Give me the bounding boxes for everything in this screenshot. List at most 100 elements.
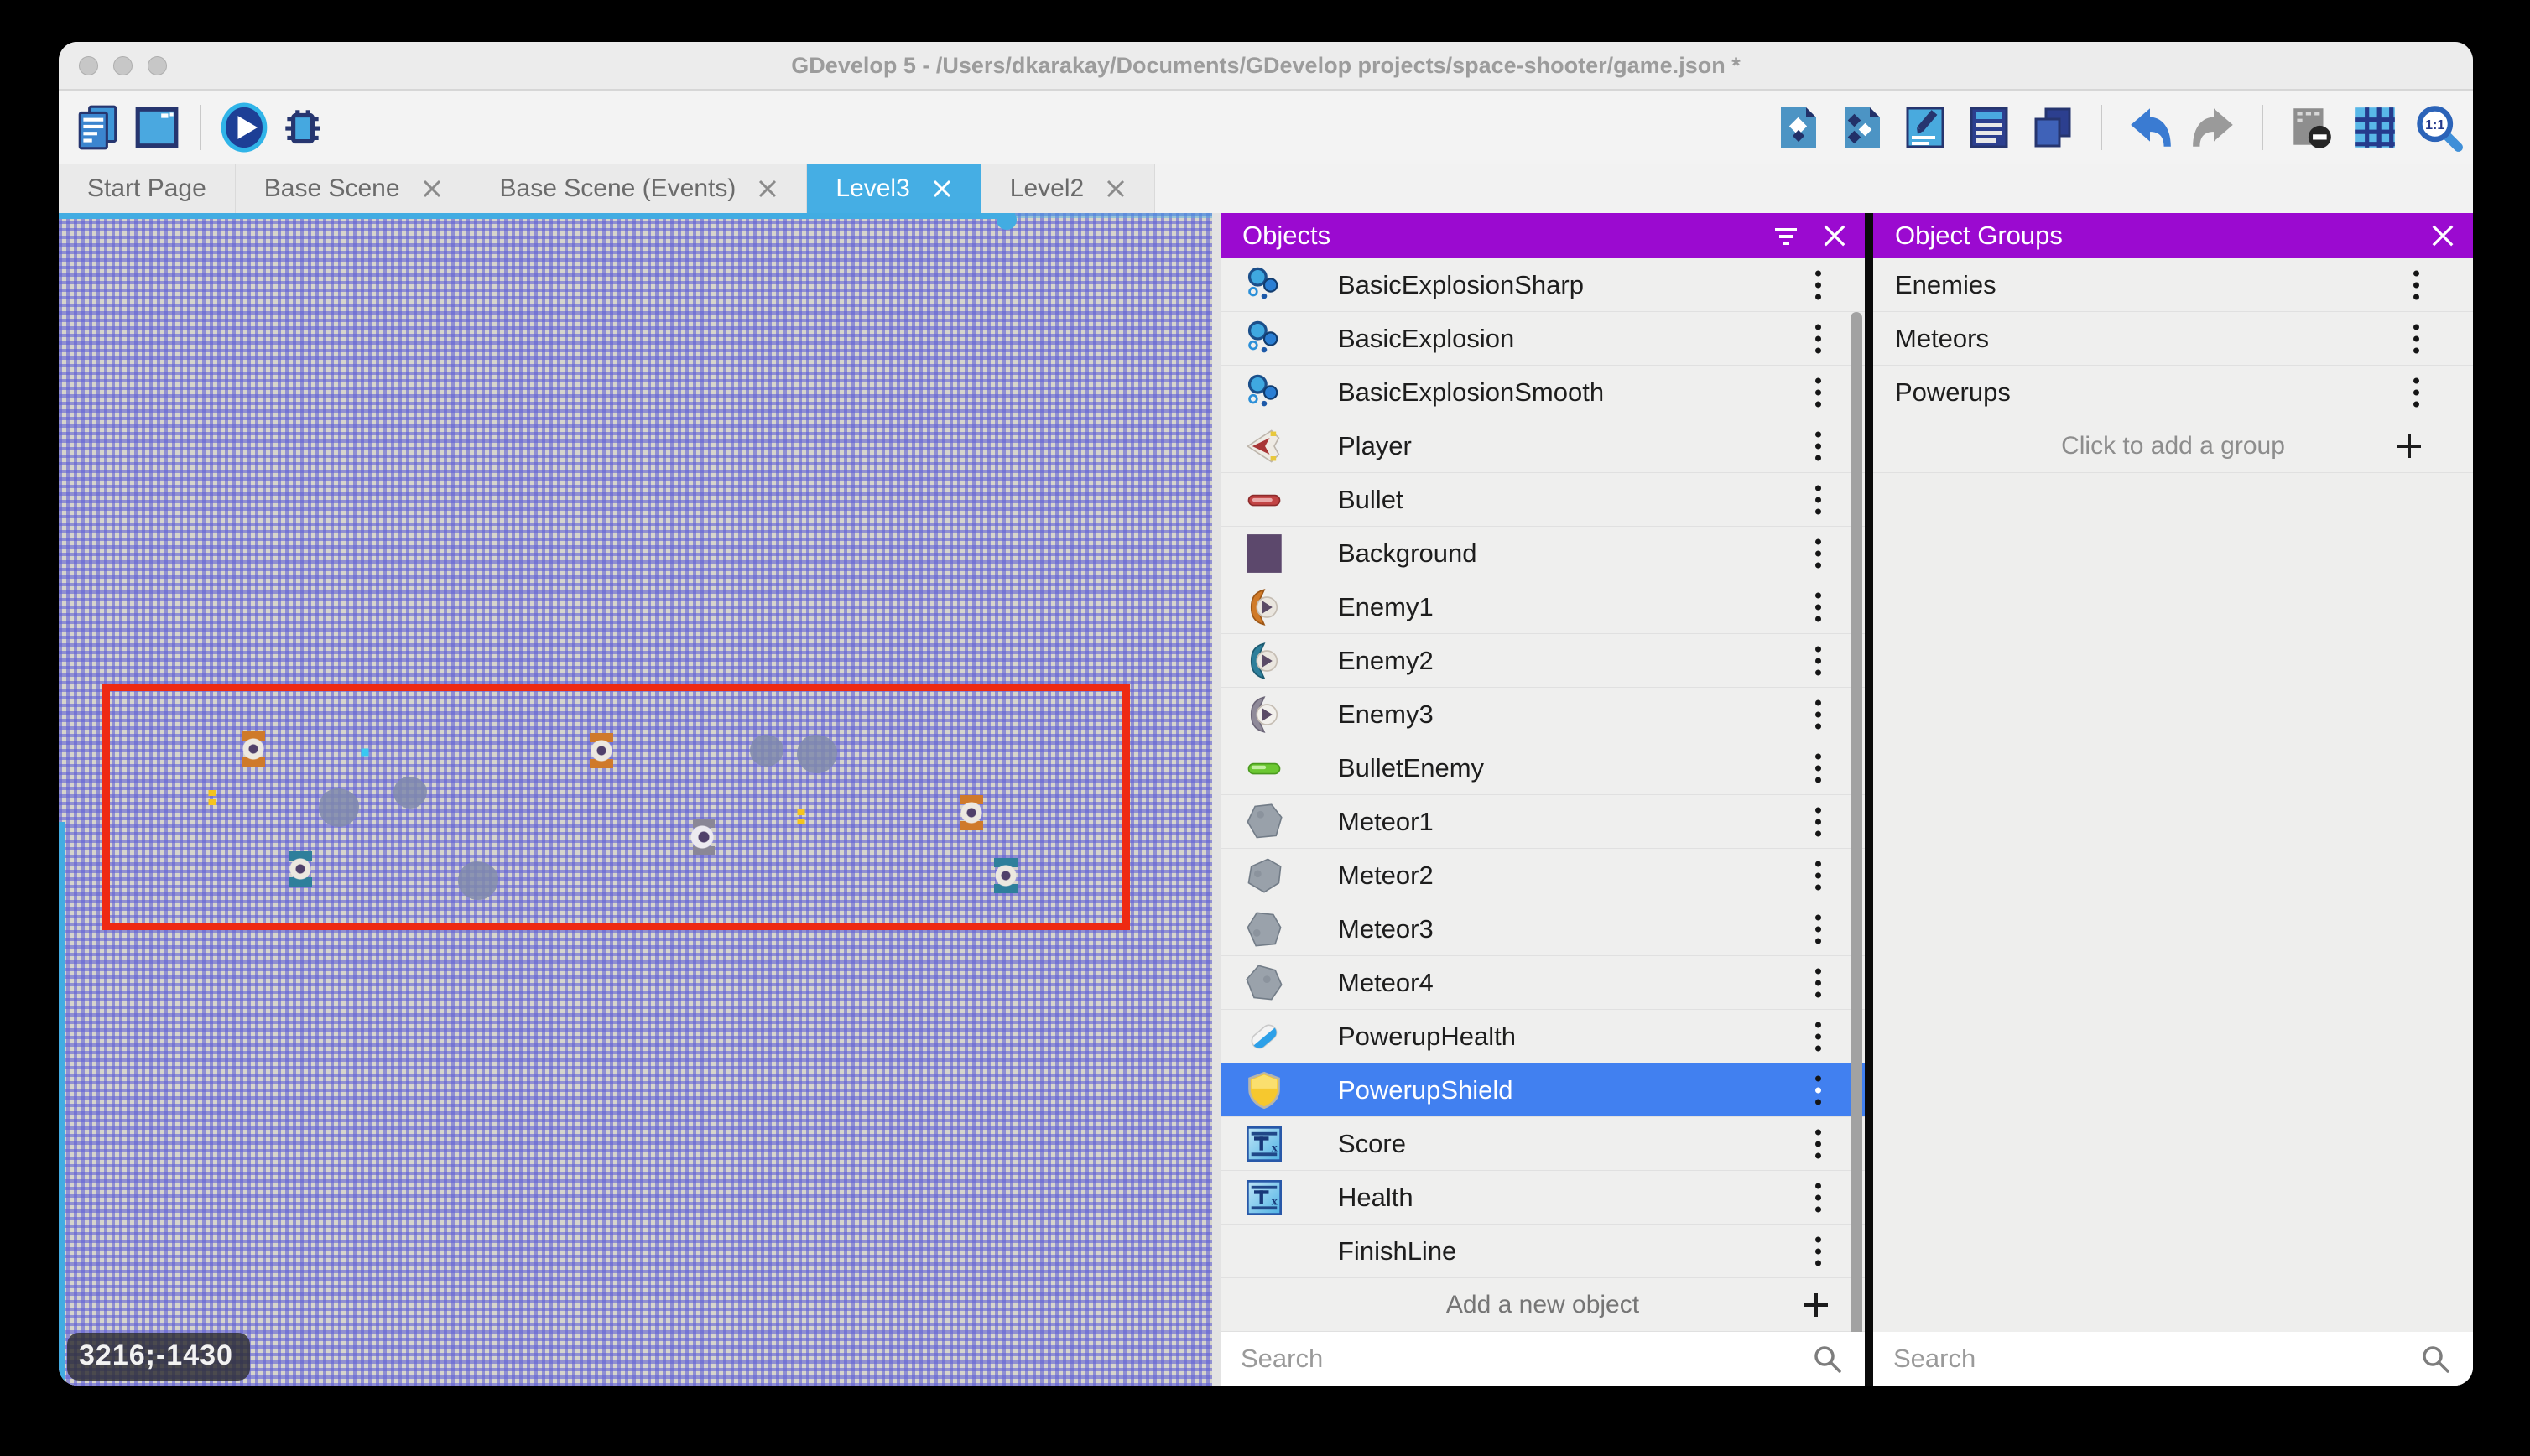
- kebab-menu-icon[interactable]: [1815, 765, 1821, 771]
- kebab-menu-icon[interactable]: [1815, 1087, 1821, 1093]
- kebab-menu-icon[interactable]: [1815, 604, 1821, 610]
- object-name: Enemy3: [1338, 699, 1434, 730]
- kebab-menu-icon[interactable]: [1815, 980, 1821, 985]
- kebab-menu-icon[interactable]: [1815, 1248, 1821, 1254]
- horizontal-scrollbar-knob[interactable]: [997, 213, 1017, 230]
- tab-start-page[interactable]: Start Page: [59, 164, 236, 213]
- grid-icon[interactable]: [2349, 101, 2401, 153]
- bullet-instance[interactable]: [209, 790, 216, 805]
- close-tab-icon[interactable]: [1106, 179, 1126, 199]
- enemy1-instance[interactable]: [586, 733, 617, 768]
- objects-search-input[interactable]: [1241, 1344, 1692, 1374]
- kebab-menu-icon[interactable]: [1815, 335, 1821, 341]
- object-row[interactable]: Enemy3: [1221, 688, 1865, 741]
- kebab-menu-icon[interactable]: [2413, 282, 2419, 288]
- instances-list-icon[interactable]: [1963, 101, 2015, 153]
- object-row[interactable]: Meteor4: [1221, 956, 1865, 1010]
- filter-icon[interactable]: [1767, 217, 1804, 254]
- enemy1-instance[interactable]: [955, 795, 987, 830]
- render-mask-icon[interactable]: [2285, 101, 2337, 153]
- close-panel-icon[interactable]: [1816, 217, 1853, 254]
- kebab-menu-icon[interactable]: [1815, 872, 1821, 878]
- object-name: BulletEnemy: [1338, 753, 1484, 783]
- background-icon: [1244, 533, 1284, 574]
- title-bar: GDevelop 5 - /Users/dkarakay/Documents/G…: [59, 42, 2473, 91]
- vertical-scrollbar[interactable]: [59, 822, 65, 1386]
- enemy2-instance[interactable]: [284, 851, 316, 887]
- kebab-menu-icon[interactable]: [1815, 1141, 1821, 1147]
- object-row-selected[interactable]: PowerupShield: [1221, 1063, 1865, 1117]
- tab-level2[interactable]: Level2: [981, 164, 1155, 213]
- object-row[interactable]: x Score: [1221, 1117, 1865, 1171]
- close-tab-icon[interactable]: [422, 179, 442, 199]
- debug-icon[interactable]: [277, 101, 329, 153]
- object-row[interactable]: BasicExplosion: [1221, 312, 1865, 366]
- close-panel-icon[interactable]: [2424, 217, 2461, 254]
- play-preview-icon[interactable]: [218, 101, 270, 153]
- enemy3-instance[interactable]: [688, 819, 720, 855]
- object-row[interactable]: PowerupHealth: [1221, 1010, 1865, 1063]
- powerup-instance[interactable]: [362, 749, 369, 757]
- kebab-menu-icon[interactable]: [1815, 443, 1821, 449]
- redo-icon[interactable]: [2188, 101, 2240, 153]
- kebab-menu-icon[interactable]: [1815, 1033, 1821, 1039]
- add-object-button[interactable]: Add a new object: [1221, 1278, 1865, 1332]
- events-list-icon[interactable]: [72, 101, 124, 153]
- kebab-menu-icon[interactable]: [1815, 711, 1821, 717]
- layers-panel-icon[interactable]: [2027, 101, 2079, 153]
- maximize-window-button[interactable]: [148, 56, 167, 75]
- group-row[interactable]: Powerups: [1873, 366, 2473, 419]
- scene-canvas[interactable]: 3216;-1430: [59, 213, 1212, 1386]
- enemy2-instance[interactable]: [990, 858, 1022, 893]
- close-tab-icon[interactable]: [932, 179, 952, 199]
- minimize-window-button[interactable]: [113, 56, 133, 75]
- objects-panel-icon[interactable]: [1772, 101, 1824, 153]
- kebab-menu-icon[interactable]: [1815, 282, 1821, 288]
- kebab-menu-icon[interactable]: [1815, 658, 1821, 663]
- objects-scrollbar-thumb[interactable]: [1851, 312, 1862, 1332]
- tab-label: Base Scene (Events): [500, 174, 737, 203]
- horizontal-scrollbar[interactable]: [59, 213, 1015, 219]
- kebab-menu-icon[interactable]: [1815, 550, 1821, 556]
- kebab-menu-icon[interactable]: [1815, 497, 1821, 502]
- close-tab-icon[interactable]: [757, 179, 778, 199]
- meteor-icon: [1244, 802, 1284, 842]
- object-row[interactable]: BasicExplosionSharp: [1221, 258, 1865, 312]
- kebab-menu-icon[interactable]: [1815, 389, 1821, 395]
- group-row[interactable]: Meteors: [1873, 312, 2473, 366]
- bullet-instance[interactable]: [798, 809, 805, 824]
- kebab-menu-icon[interactable]: [1815, 926, 1821, 932]
- tab-label: Level3: [836, 174, 909, 203]
- zoom-1-1-icon[interactable]: 1:1: [2413, 101, 2465, 153]
- kebab-menu-icon[interactable]: [2413, 389, 2419, 395]
- add-group-button[interactable]: Click to add a group: [1873, 419, 2473, 473]
- object-row[interactable]: BulletEnemy: [1221, 741, 1865, 795]
- object-groups-panel-icon[interactable]: [1835, 101, 1887, 153]
- object-row[interactable]: Background: [1221, 527, 1865, 580]
- group-row[interactable]: Enemies: [1873, 258, 2473, 312]
- tab-level3[interactable]: Level3: [807, 164, 981, 213]
- tab-base-scene-events[interactable]: Base Scene (Events): [471, 164, 808, 213]
- properties-panel-icon[interactable]: [1899, 101, 1951, 153]
- enemy1-instance[interactable]: [237, 731, 269, 767]
- object-row[interactable]: BasicExplosionSmooth: [1221, 366, 1865, 419]
- object-row[interactable]: Bullet: [1221, 473, 1865, 527]
- kebab-menu-icon[interactable]: [2413, 335, 2419, 341]
- close-window-button[interactable]: [79, 56, 98, 75]
- object-row[interactable]: FinishLine: [1221, 1225, 1865, 1278]
- tab-base-scene[interactable]: Base Scene: [236, 164, 471, 213]
- groups-search-input[interactable]: [1893, 1344, 2314, 1374]
- kebab-menu-icon[interactable]: [1815, 819, 1821, 824]
- object-row[interactable]: Enemy1: [1221, 580, 1865, 634]
- objects-search-row: [1221, 1332, 1865, 1386]
- panel-divider[interactable]: [1865, 213, 1873, 1386]
- object-row[interactable]: Player: [1221, 419, 1865, 473]
- kebab-menu-icon[interactable]: [1815, 1194, 1821, 1200]
- object-row[interactable]: Meteor1: [1221, 795, 1865, 849]
- object-row[interactable]: Meteor3: [1221, 902, 1865, 956]
- preview-window-icon[interactable]: [131, 101, 183, 153]
- object-row[interactable]: Meteor2: [1221, 849, 1865, 902]
- object-row[interactable]: x Health: [1221, 1171, 1865, 1225]
- undo-icon[interactable]: [2124, 101, 2176, 153]
- object-row[interactable]: Enemy2: [1221, 634, 1865, 688]
